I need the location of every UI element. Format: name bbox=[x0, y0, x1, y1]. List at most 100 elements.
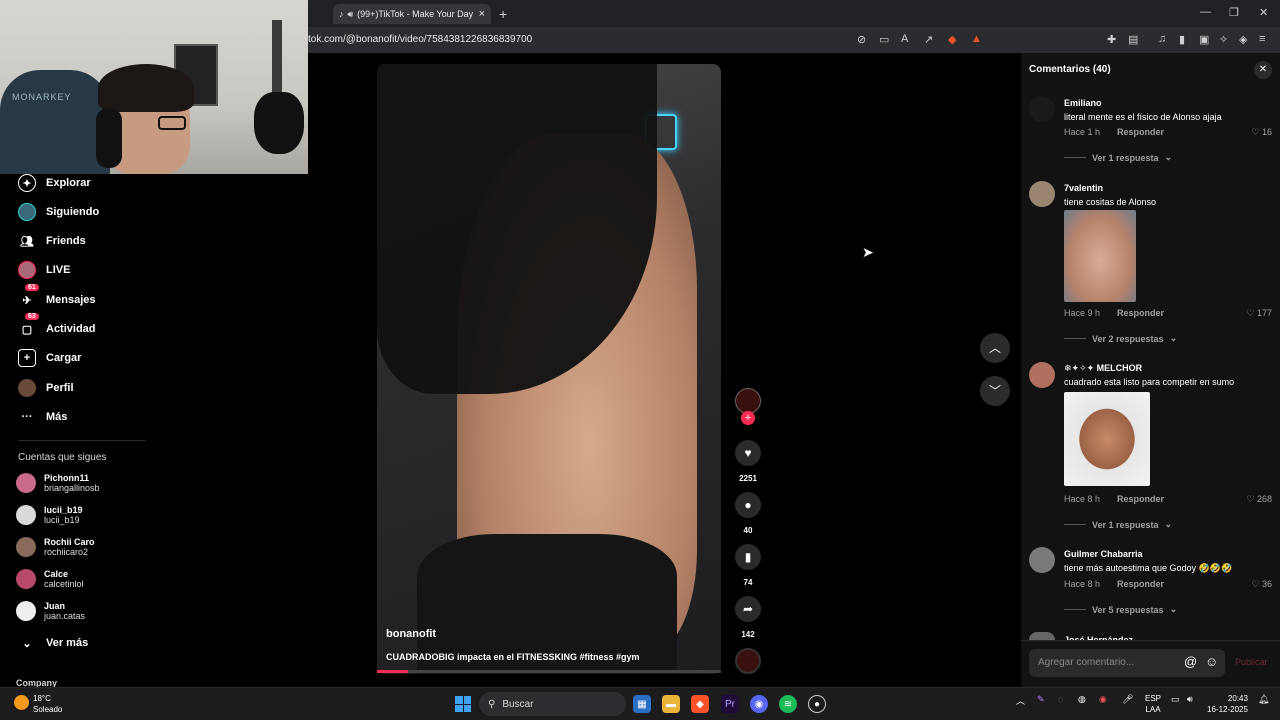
close-tab-icon[interactable]: × bbox=[479, 8, 485, 20]
see-more-button[interactable]: ⌄ Ver más bbox=[18, 633, 88, 653]
weather-widget[interactable]: 18°C Soleado bbox=[33, 693, 62, 715]
browser-tab[interactable]: ♪ 🔊︎ (99+)TikTok - Make Your Day × bbox=[333, 4, 491, 24]
view-replies-button[interactable]: Ver 5 respuestas ⌄ bbox=[1064, 604, 1177, 615]
nav-mas[interactable]: ··· Más bbox=[18, 407, 68, 427]
comment-avatar[interactable] bbox=[1029, 96, 1055, 122]
windows-start-icon[interactable] bbox=[455, 696, 471, 712]
restore-icon[interactable]: ❐ bbox=[1229, 6, 1239, 19]
steam-icon[interactable]: ● bbox=[808, 695, 826, 713]
followed-account[interactable]: Pichonn11 briangallinosb bbox=[16, 473, 100, 493]
comment-username[interactable]: Guilmer Chabarria bbox=[1064, 549, 1143, 559]
nav-live[interactable]: LIVE bbox=[18, 260, 70, 280]
save-button[interactable]: ▮ bbox=[735, 544, 761, 570]
comment-like-button[interactable]: ♡ 16 bbox=[1251, 127, 1272, 138]
url-text[interactable]: tok.com/@bonanofit/video/758438122683683… bbox=[308, 34, 532, 45]
followed-account[interactable]: Juan juan.catas bbox=[16, 601, 85, 621]
emoji-icon[interactable]: ☺ bbox=[1205, 654, 1218, 669]
sidebar-toggle-icon[interactable]: ▮ bbox=[1179, 33, 1185, 46]
microphone-icon[interactable]: 🎤︎ bbox=[1122, 694, 1133, 705]
nav-actividad[interactable]: ▢ 63 Actividad bbox=[18, 313, 96, 339]
new-tab-button[interactable]: + bbox=[499, 6, 507, 22]
publish-button[interactable]: Publicar bbox=[1235, 657, 1268, 667]
close-window-icon[interactable]: ✕ bbox=[1259, 6, 1268, 19]
video-caption: CUADRADOBIG impacta en el FITNESSKING #f… bbox=[386, 652, 640, 662]
system-clock[interactable]: 20:43 16-12-2025 bbox=[1207, 693, 1248, 715]
comment-like-button[interactable]: ♡ 36 bbox=[1251, 579, 1272, 590]
previous-video-button[interactable]: ︿ bbox=[980, 333, 1010, 363]
minimize-icon[interactable]: — bbox=[1200, 6, 1211, 18]
language-indicator[interactable]: ESP LAA bbox=[1145, 693, 1161, 715]
comment-avatar[interactable] bbox=[1029, 547, 1055, 573]
file-explorer-icon[interactable]: ▬ bbox=[662, 695, 680, 713]
music-icon[interactable]: ♫ bbox=[1158, 33, 1166, 45]
comment-image[interactable] bbox=[1064, 392, 1150, 486]
weather-sun-icon[interactable] bbox=[14, 695, 29, 710]
tray-steam-icon[interactable]: ◍ bbox=[1078, 694, 1086, 705]
reply-button[interactable]: Responder bbox=[1117, 494, 1164, 504]
comment-image[interactable] bbox=[1064, 210, 1136, 302]
video-username[interactable]: bonanofit bbox=[386, 628, 436, 640]
comment-like-button[interactable]: ♡ 268 bbox=[1246, 494, 1272, 505]
nav-cargar[interactable]: + Cargar bbox=[18, 348, 81, 368]
nav-mensajes[interactable]: ✈ 61 Mensajes bbox=[18, 284, 96, 310]
nav-friends[interactable]: 👥︎ Friends bbox=[18, 231, 86, 251]
volume-icon[interactable]: 🔊︎ bbox=[1187, 694, 1193, 705]
reply-button[interactable]: Responder bbox=[1117, 127, 1164, 137]
tray-app-icon[interactable]: ✎ bbox=[1037, 694, 1045, 705]
nav-explorar[interactable]: ✦ Explorar bbox=[18, 173, 91, 193]
discord-icon[interactable]: ◉ bbox=[750, 695, 768, 713]
comment-button[interactable]: ● bbox=[735, 492, 761, 518]
no-tracking-icon[interactable]: ⊘ bbox=[857, 33, 866, 46]
reader-icon[interactable]: ▤ bbox=[1128, 33, 1138, 46]
reply-button[interactable]: Responder bbox=[1117, 308, 1164, 318]
tray-app-icon[interactable]: ◌ bbox=[1058, 694, 1063, 704]
brave-browser-icon[interactable]: ◆ bbox=[691, 695, 709, 713]
brave-shields-icon[interactable]: ◆ bbox=[948, 33, 956, 46]
comment-avatar[interactable] bbox=[1029, 362, 1055, 388]
spotify-icon[interactable]: ≋ bbox=[779, 695, 797, 713]
widgets-app-icon[interactable]: ▦ bbox=[633, 695, 651, 713]
mention-icon[interactable]: @ bbox=[1184, 654, 1197, 669]
view-replies-button[interactable]: Ver 1 respuesta ⌄ bbox=[1064, 519, 1172, 530]
network-icon[interactable]: ▭ bbox=[1171, 694, 1180, 705]
comment-avatar[interactable] bbox=[1029, 632, 1055, 640]
music-disc-icon[interactable] bbox=[735, 648, 761, 674]
followed-account[interactable]: Rochii Caro rochiicaro2 bbox=[16, 537, 95, 557]
view-replies-button[interactable]: Ver 1 respuesta ⌄ bbox=[1064, 152, 1172, 163]
notification-bell-icon[interactable]: 🔔︎ bbox=[1258, 694, 1269, 705]
follow-plus-icon[interactable]: + bbox=[741, 411, 755, 425]
followed-account[interactable]: Calce calcetinlol bbox=[16, 569, 84, 589]
nav-perfil[interactable]: Perfil bbox=[18, 378, 74, 398]
video-progress-bar[interactable] bbox=[377, 670, 721, 673]
audio-icon[interactable]: 🔊︎ bbox=[348, 9, 354, 20]
reply-button[interactable]: Responder bbox=[1117, 579, 1164, 589]
extensions-icon[interactable]: ✚ bbox=[1107, 33, 1116, 46]
tray-app-icon[interactable]: ◉ bbox=[1099, 694, 1107, 705]
close-comments-button[interactable]: ✕ bbox=[1254, 61, 1272, 79]
taskbar-search[interactable]: ⚲ Buscar bbox=[479, 692, 626, 716]
messages-icon: ✈ 61 bbox=[18, 284, 39, 309]
like-button[interactable]: ♥ bbox=[735, 440, 761, 466]
tray-overflow-icon[interactable]: ︿ bbox=[1016, 694, 1025, 707]
view-replies-button[interactable]: Ver 2 respuestas ⌄ bbox=[1064, 333, 1177, 344]
wallet-icon[interactable]: ▣ bbox=[1199, 33, 1209, 46]
nav-siguiendo[interactable]: Siguiendo bbox=[18, 202, 99, 222]
video-player[interactable] bbox=[377, 64, 721, 674]
translate-icon[interactable]: A bbox=[901, 33, 908, 45]
followed-account[interactable]: lucii_b19 lucii_b19 bbox=[16, 505, 83, 525]
like-count: 2251 bbox=[739, 474, 757, 483]
next-video-button[interactable]: ﹀ bbox=[980, 376, 1010, 406]
comment-username[interactable]: ❄✦✧✦ MELCHOR bbox=[1064, 363, 1142, 374]
cast-icon[interactable]: ▭ bbox=[879, 33, 889, 46]
comment-avatar[interactable] bbox=[1029, 181, 1055, 207]
brave-rewards-icon[interactable]: ▲ bbox=[971, 33, 982, 45]
comment-like-button[interactable]: ♡ 177 bbox=[1246, 308, 1272, 319]
premiere-pro-icon[interactable]: Pr bbox=[721, 695, 739, 713]
vpn-icon[interactable]: ◈ bbox=[1239, 33, 1247, 46]
menu-icon[interactable]: ≡ bbox=[1259, 33, 1265, 45]
share-page-icon[interactable]: ↗ bbox=[924, 33, 933, 46]
comment-username[interactable]: Emiliano bbox=[1064, 98, 1102, 108]
leo-ai-icon[interactable]: ✧ bbox=[1219, 33, 1228, 46]
share-button[interactable]: ➦ bbox=[735, 596, 761, 622]
comment-username[interactable]: 7valentin bbox=[1064, 183, 1103, 193]
